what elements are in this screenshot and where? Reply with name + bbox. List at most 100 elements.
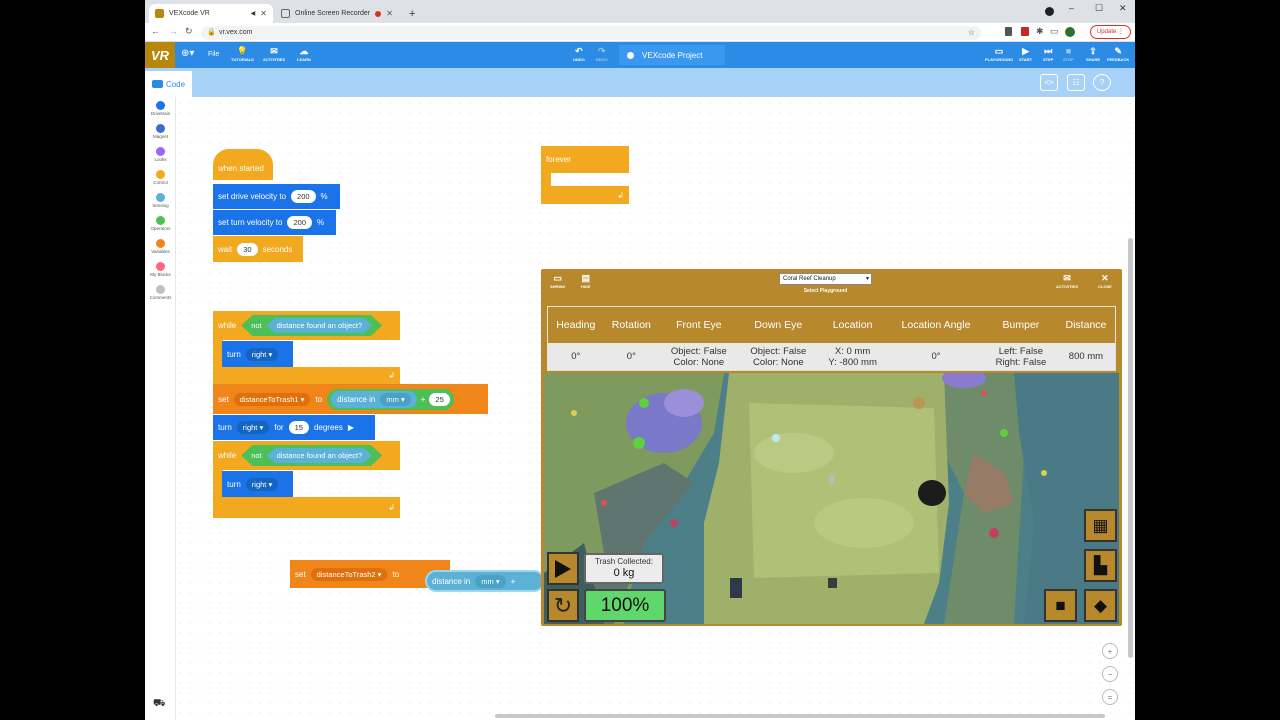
category-sensing[interactable]: Sensing xyxy=(145,193,176,208)
minimize-icon[interactable]: – xyxy=(1069,3,1074,13)
project-icon xyxy=(627,51,634,59)
extension-icon[interactable] xyxy=(1005,27,1012,36)
degrees-input[interactable]: 15 xyxy=(288,421,309,434)
devices-icon[interactable]: ☷ xyxy=(1067,74,1085,91)
forward-icon[interactable]: → xyxy=(169,26,178,36)
code-viewer-icon[interactable]: <> xyxy=(1040,74,1058,91)
code-workspace[interactable]: Code <> ☷ ? Drivetrain Magnet Looks Control… xyxy=(145,68,1135,720)
activities-button[interactable]: ✉ ACTIVITIES xyxy=(263,45,285,62)
shrink-button[interactable]: ▭ SHRINK xyxy=(550,273,565,289)
tab-code[interactable]: Code xyxy=(145,71,192,97)
drive-velocity-input[interactable]: 200 xyxy=(291,190,316,203)
close-tab-icon[interactable]: ✕ xyxy=(386,9,393,18)
profile-avatar[interactable] xyxy=(1065,27,1075,37)
turn-velocity-input[interactable]: 200 xyxy=(287,216,312,229)
follow-camera-button[interactable]: ■ xyxy=(1044,589,1077,622)
category-magnet[interactable]: Magnet xyxy=(145,124,176,139)
globe-icon[interactable]: ⊕▾ xyxy=(181,48,194,59)
when-started-block[interactable]: when started xyxy=(213,149,273,180)
reload-icon[interactable]: ↻ xyxy=(185,26,193,37)
tab-screen-recorder[interactable]: Online Screen Recorder ✕ xyxy=(275,4,399,23)
unit-dropdown[interactable]: mm ▾ xyxy=(475,574,506,588)
reset-button[interactable]: ↻ xyxy=(547,589,579,622)
variable-dropdown[interactable]: distanceToTrash1 ▾ xyxy=(233,392,311,406)
category-looks[interactable]: Looks xyxy=(145,147,176,162)
redo-button[interactable]: ↷ REDO xyxy=(596,45,608,62)
distance-found-sensor[interactable]: distance found an object? xyxy=(266,448,373,463)
url-field[interactable]: 🔒 vr.vex.com ☆ xyxy=(201,26,981,40)
speaker-icon[interactable]: ◀ xyxy=(251,10,256,17)
cast-icon[interactable]: ▭ xyxy=(1050,26,1059,37)
turn-direction-dropdown[interactable]: right ▾ xyxy=(236,421,270,434)
zoom-reset-icon[interactable]: = xyxy=(1102,689,1118,705)
horizontal-scrollbar[interactable] xyxy=(495,714,1105,718)
new-tab-button[interactable]: + xyxy=(403,4,421,23)
zoom-in-icon[interactable]: + xyxy=(1102,643,1118,659)
share-button[interactable]: ⇪ SHARE xyxy=(1086,45,1100,62)
playground-select[interactable]: Coral Reef Cleanup ▾ xyxy=(779,273,872,285)
add-operator[interactable]: distance in mm ▾ +25 xyxy=(327,388,454,410)
turn-direction-dropdown[interactable]: right ▾ xyxy=(245,477,279,491)
hide-button[interactable]: ▤ HIDE xyxy=(581,273,591,289)
file-menu[interactable]: File xyxy=(208,51,219,58)
learn-button[interactable]: ☁ LEARN xyxy=(297,45,311,62)
top-camera-button[interactable]: ▙ xyxy=(1084,549,1117,582)
extension-icon[interactable] xyxy=(1021,27,1029,36)
dashboard-toggle-button[interactable]: ▦ xyxy=(1084,509,1117,542)
turn-block[interactable]: turn right ▾ xyxy=(222,471,293,497)
feedback-button[interactable]: ✎ FEEDBACK xyxy=(1107,45,1129,62)
update-button[interactable]: Update ⋮ xyxy=(1089,25,1131,39)
set-variable-block[interactable]: set distanceToTrash1 ▾ to distance in mm ▾ +2… xyxy=(213,384,488,414)
not-operator[interactable]: not distance found an object? xyxy=(241,315,383,336)
category-drivetrain[interactable]: Drivetrain xyxy=(145,101,176,116)
close-window-icon[interactable]: ✕ xyxy=(1119,3,1127,14)
unit-dropdown[interactable]: mm ▾ xyxy=(380,392,411,406)
add-value-input[interactable]: 25 xyxy=(429,392,450,406)
project-name[interactable]: VEXcode Project xyxy=(619,45,725,65)
category-control[interactable]: Control xyxy=(145,170,176,185)
category-operators[interactable]: Operators xyxy=(145,216,176,231)
vertical-scrollbar[interactable] xyxy=(1128,238,1133,658)
media-control-icon[interactable] xyxy=(1045,7,1054,16)
turn-direction-dropdown[interactable]: right ▾ xyxy=(245,347,279,361)
close-button[interactable]: ✕ CLOSE xyxy=(1098,273,1112,289)
undo-button[interactable]: ↶ UNDO xyxy=(573,45,585,62)
category-my-blocks[interactable]: My Blocks xyxy=(145,262,176,277)
forever-block[interactable]: forever xyxy=(541,146,629,173)
category-comments[interactable]: Comments xyxy=(145,285,176,300)
puzzle-icon[interactable]: ✱ xyxy=(1036,26,1044,37)
while-block[interactable]: while not distance found an object? xyxy=(213,311,400,340)
close-tab-icon[interactable]: ✕ xyxy=(260,9,267,18)
zoom-out-icon[interactable]: − xyxy=(1102,666,1118,682)
help-icon[interactable]: ? xyxy=(1093,74,1111,91)
variable-dropdown[interactable]: distanceToTrash2 ▾ xyxy=(310,567,388,581)
robot-icon[interactable]: ⛟ xyxy=(153,698,166,711)
wait-input[interactable]: 30 xyxy=(237,242,258,256)
play-button[interactable] xyxy=(547,552,579,585)
turn-block[interactable]: turn right ▾ xyxy=(222,341,293,367)
start-button[interactable]: ▶ START xyxy=(1019,45,1032,62)
activities-label: ACTIVITIES xyxy=(1056,284,1079,289)
step-button[interactable]: ⏭ STEP xyxy=(1043,45,1053,62)
distance-in-sensor[interactable]: distance in mm ▾ xyxy=(331,390,417,408)
set-turn-velocity-block[interactable]: set turn velocity to 200% xyxy=(213,210,336,235)
stop-button[interactable]: ■ STOP xyxy=(1063,45,1074,62)
tutorials-button[interactable]: 💡 TUTORIALS xyxy=(231,45,254,62)
maximize-icon[interactable]: ☐ xyxy=(1095,3,1103,14)
bookmark-star-icon[interactable]: ☆ xyxy=(968,26,975,40)
wait-block[interactable]: wait 30 seconds xyxy=(213,236,303,262)
set-drive-velocity-block[interactable]: set drive velocity to 200% xyxy=(213,184,340,209)
overhead-camera-button[interactable]: ◆ xyxy=(1084,589,1117,622)
back-icon[interactable]: ← xyxy=(151,26,160,36)
speed-indicator[interactable]: 100% xyxy=(584,589,666,622)
block-label: turn xyxy=(218,423,232,432)
tab-vexcode-vr[interactable]: VEXcode VR ◀ ✕ xyxy=(149,4,273,23)
distance-found-sensor[interactable]: distance found an object? xyxy=(266,318,373,333)
distance-in-sensor-dragging[interactable]: distance in mm ▾ + xyxy=(425,570,545,592)
while-block[interactable]: while not distance found an object? xyxy=(213,441,400,470)
not-operator[interactable]: not distance found an object? xyxy=(241,445,383,466)
sim-activities-button[interactable]: ✉ ACTIVITIES xyxy=(1056,273,1078,289)
turn-for-block[interactable]: turn right ▾ for 15 degrees ▶ xyxy=(213,415,375,440)
category-variables[interactable]: Variables xyxy=(145,239,176,254)
playground-button[interactable]: ▭ PLAYGROUND xyxy=(985,45,1013,62)
